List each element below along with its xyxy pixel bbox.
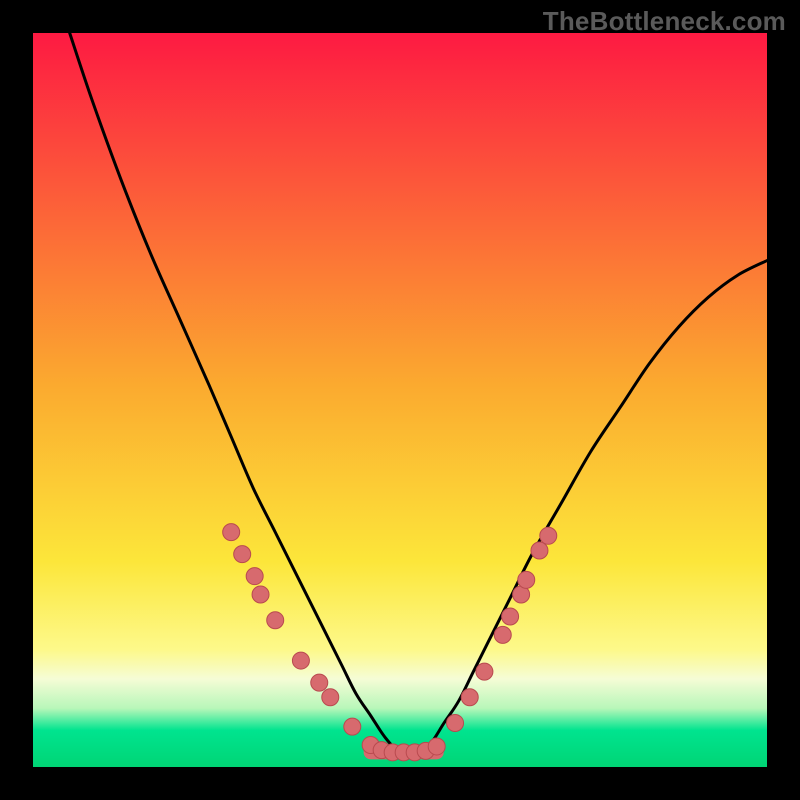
curve-marker xyxy=(252,586,269,603)
curve-marker xyxy=(540,527,557,544)
curve-marker xyxy=(234,546,251,563)
curve-marker xyxy=(223,524,240,541)
curve-marker xyxy=(267,612,284,629)
curve-marker xyxy=(246,568,263,585)
curve-marker xyxy=(476,663,493,680)
plot-area xyxy=(33,33,767,767)
curve-marker xyxy=(531,542,548,559)
curve-marker xyxy=(428,738,445,755)
curve-marker xyxy=(461,689,478,706)
curve-marker xyxy=(518,571,535,588)
bottleneck-chart xyxy=(0,0,800,800)
curve-marker xyxy=(502,608,519,625)
watermark-text: TheBottleneck.com xyxy=(543,6,786,37)
curve-marker xyxy=(494,626,511,643)
curve-marker xyxy=(322,689,339,706)
curve-marker xyxy=(447,714,464,731)
curve-marker xyxy=(344,718,361,735)
curve-marker xyxy=(292,652,309,669)
curve-marker xyxy=(311,674,328,691)
